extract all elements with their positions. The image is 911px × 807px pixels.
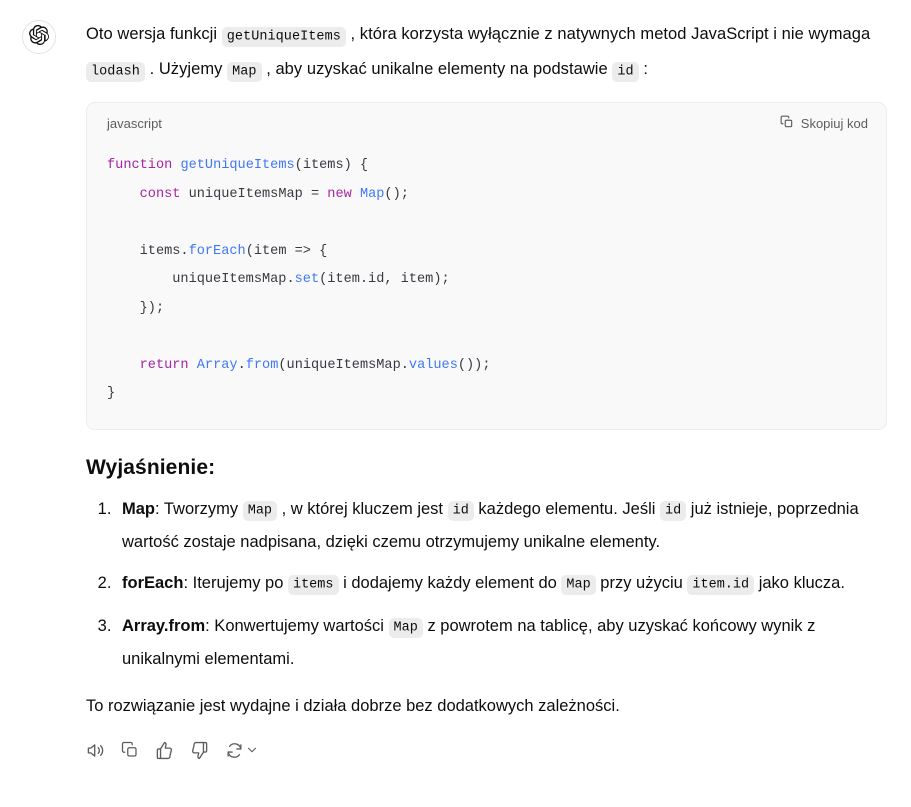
regenerate-icon <box>227 742 242 758</box>
message-body: Oto wersja funkcji getUniqueItems , któr… <box>86 18 887 760</box>
code-token: (uniqueItemsMap. <box>278 357 409 373</box>
code-language-label: javascript <box>107 116 162 131</box>
assistant-message: Oto wersja funkcji getUniqueItems , któr… <box>0 0 911 760</box>
code-block-header: javascript Skopiuj kod <box>87 103 886 138</box>
inline-code: items <box>287 575 339 595</box>
code-block: javascript Skopiuj kod function getUniqu… <box>86 102 887 430</box>
list-item-term: Array.from <box>122 616 206 635</box>
inline-code: id <box>447 501 474 521</box>
code-token: Map <box>359 186 385 202</box>
code-token: (); <box>384 186 409 202</box>
speaker-icon <box>87 743 104 757</box>
code-token: return <box>139 357 189 373</box>
read-aloud-button[interactable] <box>86 741 105 760</box>
regenerate-button[interactable] <box>225 741 259 760</box>
intro-paragraph: Oto wersja funkcji getUniqueItems , któr… <box>86 18 887 88</box>
inline-code: Map <box>242 501 278 521</box>
code-token: const <box>139 186 181 202</box>
list-item: Array.from: Konwertujemy wartości Map z … <box>116 611 887 675</box>
code-token: (items) { <box>294 158 369 173</box>
code-token: getUniqueItems <box>180 158 295 173</box>
code-token: forEach <box>188 243 246 259</box>
inline-code: Map <box>561 575 596 595</box>
code-token: items. <box>107 243 189 259</box>
thumbs-down-icon <box>191 741 208 759</box>
inline-code: item.id <box>687 575 755 595</box>
copy-code-button[interactable]: Skopiuj kod <box>780 115 868 132</box>
code-token: }); <box>107 300 165 316</box>
inline-code: id <box>660 501 687 521</box>
code-token: function <box>107 158 173 173</box>
copy-code-label: Skopiuj kod <box>800 116 868 131</box>
closing-paragraph: To rozwiązanie jest wydajne i działa dob… <box>86 696 620 715</box>
code-token: . <box>237 357 246 373</box>
inline-code: id <box>612 61 639 82</box>
thumbs-up-button[interactable] <box>155 741 174 760</box>
code-content: function getUniqueItems(items) { const u… <box>87 138 886 429</box>
code-token: Array <box>196 357 238 373</box>
inline-code: getUniqueItems <box>221 26 346 47</box>
thumbs-up-icon <box>156 741 173 759</box>
list-item-term: Map <box>122 499 155 518</box>
explanation-list: Map: Tworzymy Map , w której kluczem jes… <box>86 494 887 675</box>
page-title: Wyjaśnienie: <box>86 455 216 479</box>
message-actions <box>86 741 887 760</box>
copy-button[interactable] <box>121 741 139 759</box>
code-token: (item => { <box>245 243 328 259</box>
chevron-down-icon <box>247 747 257 753</box>
code-token: uniqueItemsMap. <box>107 272 295 287</box>
inline-code: lodash <box>86 61 145 82</box>
thumbs-down-button[interactable] <box>190 741 209 760</box>
chatgpt-logo-icon <box>29 24 49 50</box>
code-token: from <box>245 357 279 373</box>
avatar <box>22 20 56 54</box>
code-token: uniqueItemsMap = <box>180 186 328 202</box>
list-item: Map: Tworzymy Map , w której kluczem jes… <box>116 494 887 558</box>
copy-icon <box>121 741 137 757</box>
list-item-term: forEach <box>122 573 184 592</box>
code-token: (item.id, item); <box>319 272 450 287</box>
list-item: forEach: Iterujemy po items i dodajemy k… <box>116 568 887 601</box>
code-token: } <box>107 386 116 401</box>
code-token: new <box>327 186 352 202</box>
code-token: set <box>294 272 320 287</box>
copy-icon <box>780 115 794 132</box>
code-token: ()); <box>457 357 491 373</box>
inline-code: Map <box>388 618 423 638</box>
code-token: values <box>408 357 458 373</box>
inline-code: Map <box>227 61 262 82</box>
